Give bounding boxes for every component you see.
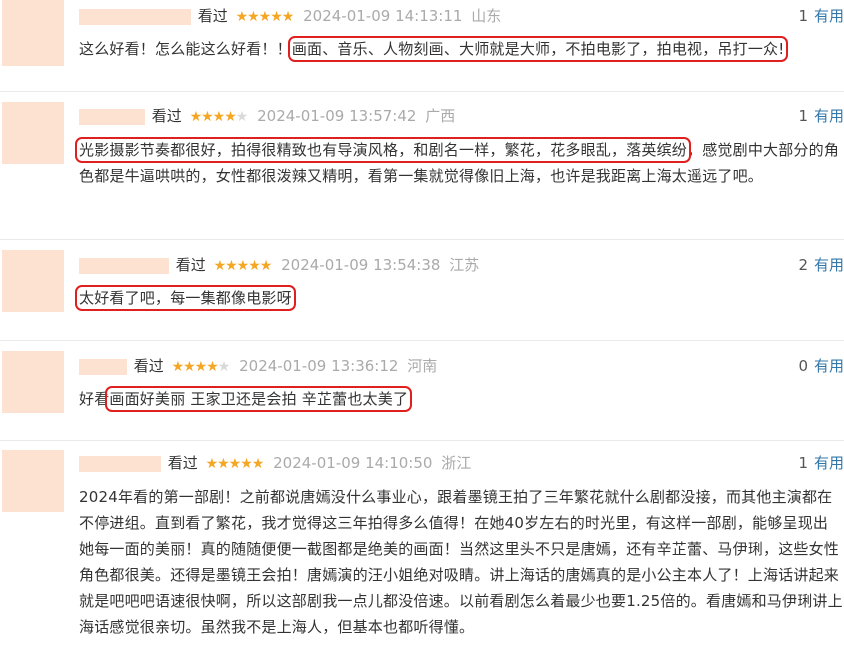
useful-button[interactable]: 有用 [814,107,844,125]
highlighted-text: 画面、音乐、人物刻画、大师就是大师，不拍电影了，拍电视，吊打一众! [287,36,789,62]
username-redacted[interactable] [79,257,169,274]
review-divider [0,340,844,341]
review-time: 2024-01-09 13:54:38 [281,256,441,274]
rating-stars: ★★★★★ [213,258,273,274]
watch-status: 看过 [133,357,164,375]
review-location: 江苏 [449,256,480,274]
username-redacted[interactable] [79,358,127,375]
vote-count: 1 [798,454,808,472]
review-time: 2024-01-09 14:13:11 [303,7,463,25]
review-divider [0,91,844,92]
avatar[interactable] [2,250,64,312]
review-location: 河南 [407,357,438,375]
review-time: 2024-01-09 13:36:12 [239,357,399,375]
rating-stars: ★★★★★ [189,109,249,125]
username-redacted[interactable] [79,455,161,472]
review-text: 这么好看！怎么能这么好看！！ [79,40,292,58]
review-content: 太好看了吧，每一集都像电影呀 [75,285,843,311]
watch-status: 看过 [175,256,206,274]
rating-stars: ★★★★★ [235,9,295,25]
username-redacted[interactable] [79,108,145,125]
vote-area: 2 有用 [798,254,844,276]
rating-stars: ★★★★★ [205,456,265,472]
review-location: 广西 [425,107,456,125]
vote-area: 1 有用 [798,105,844,127]
watch-status: 看过 [167,454,198,472]
review-text: 2024年看的第一部剧！之前都说唐嫣没什么事业心，跟着墨镜王拍了三年繁花就什么剧… [79,488,843,636]
review-location: 浙江 [441,454,472,472]
useful-button[interactable]: 有用 [814,7,844,25]
review-text: 好看 [79,390,110,408]
useful-button[interactable]: 有用 [814,357,844,375]
vote-count: 1 [798,107,808,125]
review-content: 2024年看的第一部剧！之前都说唐嫣没什么事业心，跟着墨镜王拍了三年繁花就什么剧… [79,484,843,640]
highlighted-text: 太好看了吧，每一集都像电影呀 [75,285,296,311]
vote-count: 1 [798,7,808,25]
review-content: 好看画面好美丽 王家卫还是会拍 辛芷蕾也太美了 [79,386,843,412]
review-meta: 看过 ★★★★★ 2024-01-09 13:54:38 江苏 [79,254,479,276]
review-time: 2024-01-09 13:57:42 [257,107,417,125]
vote-count: 0 [798,357,808,375]
avatar[interactable] [2,351,64,413]
review-content: 这么好看！怎么能这么好看！！画面、音乐、人物刻画、大师就是大师，不拍电影了，拍电… [79,36,843,62]
username-redacted[interactable] [79,8,191,25]
highlighted-text: 画面好美丽 王家卫还是会拍 辛芷蕾也太美了 [105,386,413,412]
watch-status: 看过 [197,7,228,25]
useful-button[interactable]: 有用 [814,454,844,472]
review-meta: 看过 ★★★★★ 2024-01-09 13:57:42 广西 [79,105,455,127]
review-location: 山东 [471,7,502,25]
rating-stars: ★★★★★ [171,359,231,375]
vote-area: 0 有用 [798,355,844,377]
vote-area: 1 有用 [798,5,844,27]
review-meta: 看过 ★★★★★ 2024-01-09 14:10:50 浙江 [79,452,471,474]
highlighted-text: 光影摄影节奏都很好，拍得很精致也有导演风格，和剧名一样，繁花，花多眼乱，落英缤纷 [74,137,692,163]
review-meta: 看过 ★★★★★ 2024-01-09 13:36:12 河南 [79,355,437,377]
review-content: 光影摄影节奏都很好，拍得很精致也有导演风格，和剧名一样，繁花，花多眼乱，落英缤纷… [74,137,843,189]
review-divider [0,440,844,441]
vote-count: 2 [798,256,808,274]
avatar[interactable] [2,0,64,66]
review-meta: 看过 ★★★★★ 2024-01-09 14:13:11 山东 [79,5,501,27]
vote-area: 1 有用 [798,452,844,474]
useful-button[interactable]: 有用 [814,256,844,274]
watch-status: 看过 [151,107,182,125]
review-time: 2024-01-09 14:10:50 [273,454,433,472]
review-divider [0,239,844,240]
avatar[interactable] [2,102,64,164]
avatar[interactable] [2,450,64,512]
